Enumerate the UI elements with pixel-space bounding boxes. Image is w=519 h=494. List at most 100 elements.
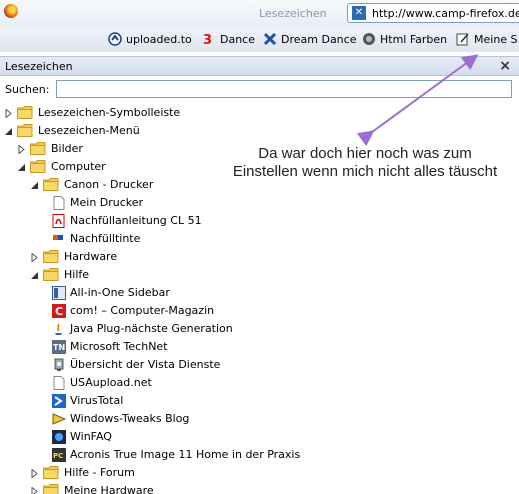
- tree-bookmark-row[interactable]: WinFAQ: [0, 428, 519, 446]
- tree-folder-row[interactable]: Lesezeichen-Menü: [0, 122, 519, 140]
- bookmark-label: Dream Dance: [281, 33, 357, 46]
- tree-folder-row[interactable]: Lesezeichen-Symbolleiste: [0, 104, 519, 122]
- bookmark-html-farben[interactable]: Html Farben: [362, 32, 447, 48]
- tree-bookmark-row[interactable]: VirusTotal: [0, 392, 519, 410]
- bookmark-dance[interactable]: 3 Dance: [202, 32, 255, 48]
- tree-bookmark-row[interactable]: TN Microsoft TechNet: [0, 338, 519, 356]
- folder-icon: [42, 178, 59, 191]
- site-favicon-icon: ✕: [352, 6, 366, 20]
- acronis-icon: PC: [52, 448, 66, 462]
- tree-item-label: Mein Drucker: [70, 196, 144, 209]
- expanded-twisty-icon[interactable]: [30, 271, 39, 280]
- annotation-line-2: Einstellen wenn mich nicht alles täuscht: [232, 163, 498, 180]
- bookmark-meine[interactable]: Meine S: [456, 32, 518, 48]
- svg-text:C: C: [55, 305, 63, 318]
- folder-icon: [29, 142, 46, 155]
- folder-icon: [42, 466, 59, 479]
- expanded-twisty-icon[interactable]: [30, 181, 39, 190]
- bookmark-label: uploaded.to: [126, 33, 192, 46]
- uploaded-icon: [108, 32, 122, 46]
- tree-item-label: USAupload.net: [70, 376, 152, 389]
- winfaq-icon: [52, 430, 66, 444]
- sidebar-header: Lesezeichen ×: [0, 56, 519, 76]
- svg-text:PC: PC: [53, 452, 63, 460]
- close-icon[interactable]: ×: [499, 58, 511, 74]
- url-bar[interactable]: ✕ http://www.camp-firefox.de: [347, 3, 519, 23]
- tree-bookmark-row[interactable]: Mein Drucker: [0, 194, 519, 212]
- pdf-icon: [52, 214, 66, 228]
- technet-icon: TN: [52, 340, 66, 354]
- sidebar-icon: [52, 286, 66, 300]
- collapsed-twisty-icon[interactable]: [17, 145, 26, 154]
- page-icon: [52, 376, 66, 390]
- tree-folder-row[interactable]: Hilfe - Forum: [0, 464, 519, 482]
- folder-icon: [29, 160, 46, 173]
- tree-item-label: Hilfe: [64, 268, 90, 281]
- svg-text:3: 3: [203, 33, 212, 46]
- bookmarks-toolbar: uploaded.to 3 Dance Dream Dance Html Far…: [0, 28, 519, 52]
- navigation-toolbar: Lesezeichen ✕ http://www.camp-firefox.de: [0, 0, 519, 28]
- tree-folder-row[interactable]: Hilfe: [0, 266, 519, 284]
- bookmark-label: Html Farben: [380, 33, 448, 46]
- url-text[interactable]: http://www.camp-firefox.de: [372, 7, 519, 20]
- collapsed-twisty-icon[interactable]: [30, 253, 39, 262]
- tree-bookmark-row[interactable]: PC Acronis True Image 11 Home in der Prax…: [0, 446, 519, 464]
- collapsed-twisty-icon[interactable]: [4, 109, 13, 118]
- firefox-logo-icon[interactable]: [4, 4, 18, 18]
- folder-icon: [42, 268, 59, 281]
- dream-dance-icon: [263, 32, 277, 46]
- tree-item-label: Windows-Tweaks Blog: [70, 412, 190, 425]
- tree-item-label: Computer: [51, 160, 106, 173]
- search-row: Suchen:: [0, 78, 519, 100]
- tree-bookmark-row[interactable]: Windows-Tweaks Blog: [0, 410, 519, 428]
- tree-item-label: Lesezeichen-Menü: [38, 124, 140, 137]
- folder-icon: [42, 484, 59, 494]
- sidebar-title: Lesezeichen: [5, 60, 73, 73]
- collapsed-twisty-icon[interactable]: [30, 469, 39, 478]
- dance-icon: 3: [203, 33, 212, 46]
- tree-bookmark-row[interactable]: Java Plug-nächste Generation: [0, 320, 519, 338]
- tree-item-label: Canon - Drucker: [64, 178, 154, 191]
- bookmark-uploaded[interactable]: uploaded.to: [108, 32, 192, 48]
- tree-bookmark-row[interactable]: Nachfülltinte: [0, 230, 519, 248]
- tree-item-label: WinFAQ: [70, 430, 112, 443]
- tree-item-label: Übersicht der Vista Dienste: [70, 358, 221, 371]
- virustotal-icon: [52, 394, 66, 408]
- tweaks-icon: [52, 412, 67, 426]
- html-farben-icon: [363, 33, 375, 45]
- tree-bookmark-row[interactable]: USAupload.net: [0, 374, 519, 392]
- tree-item-label: Microsoft TechNet: [70, 340, 168, 353]
- tree-item-label: Nachfülltinte: [70, 232, 141, 245]
- tree-folder-row[interactable]: Meine Hardware: [0, 482, 519, 494]
- tree-item-label: Bilder: [51, 142, 83, 155]
- tree-bookmark-row[interactable]: Ccom! – Computer-Magazin: [0, 302, 519, 320]
- folder-icon: [16, 106, 33, 119]
- java-icon: [52, 322, 66, 336]
- tree-item-label: Nachfüllanleitung CL 51: [70, 214, 202, 227]
- tree-folder-row[interactable]: Hardware: [0, 248, 519, 266]
- tree-item-label: All-in-One Sidebar: [70, 286, 170, 299]
- search-label: Suchen:: [5, 83, 50, 96]
- annotation-text: Da war doch hier noch was zum Einstellen…: [215, 145, 515, 181]
- ink-icon: [52, 232, 66, 246]
- expanded-twisty-icon[interactable]: [17, 163, 26, 172]
- page-icon: [52, 196, 66, 210]
- tree-bookmark-row[interactable]: Übersicht der Vista Dienste: [0, 356, 519, 374]
- search-input[interactable]: [56, 80, 512, 98]
- tree-bookmark-row[interactable]: All-in-One Sidebar: [0, 284, 519, 302]
- bookmark-dream-dance[interactable]: Dream Dance: [263, 32, 356, 48]
- tree-item-label: VirusTotal: [70, 394, 124, 407]
- expanded-twisty-icon[interactable]: [4, 127, 13, 136]
- annotation-line-1: Da war doch hier noch was zum: [258, 145, 472, 162]
- tree-item-label: Hilfe - Forum: [64, 466, 135, 479]
- folder-icon: [42, 250, 59, 263]
- tree-bookmark-row[interactable]: Nachfüllanleitung CL 51: [0, 212, 519, 230]
- edit-icon: [456, 33, 469, 46]
- bookmark-label: Dance: [220, 33, 255, 46]
- bookmark-label: Meine S: [474, 33, 518, 46]
- tree-item-label: Hardware: [64, 250, 118, 263]
- tree-item-label: Java Plug-nächste Generation: [70, 322, 233, 335]
- menu-lesezeichen[interactable]: Lesezeichen: [259, 7, 327, 20]
- collapsed-twisty-icon[interactable]: [30, 487, 39, 494]
- com-icon: C: [52, 304, 66, 318]
